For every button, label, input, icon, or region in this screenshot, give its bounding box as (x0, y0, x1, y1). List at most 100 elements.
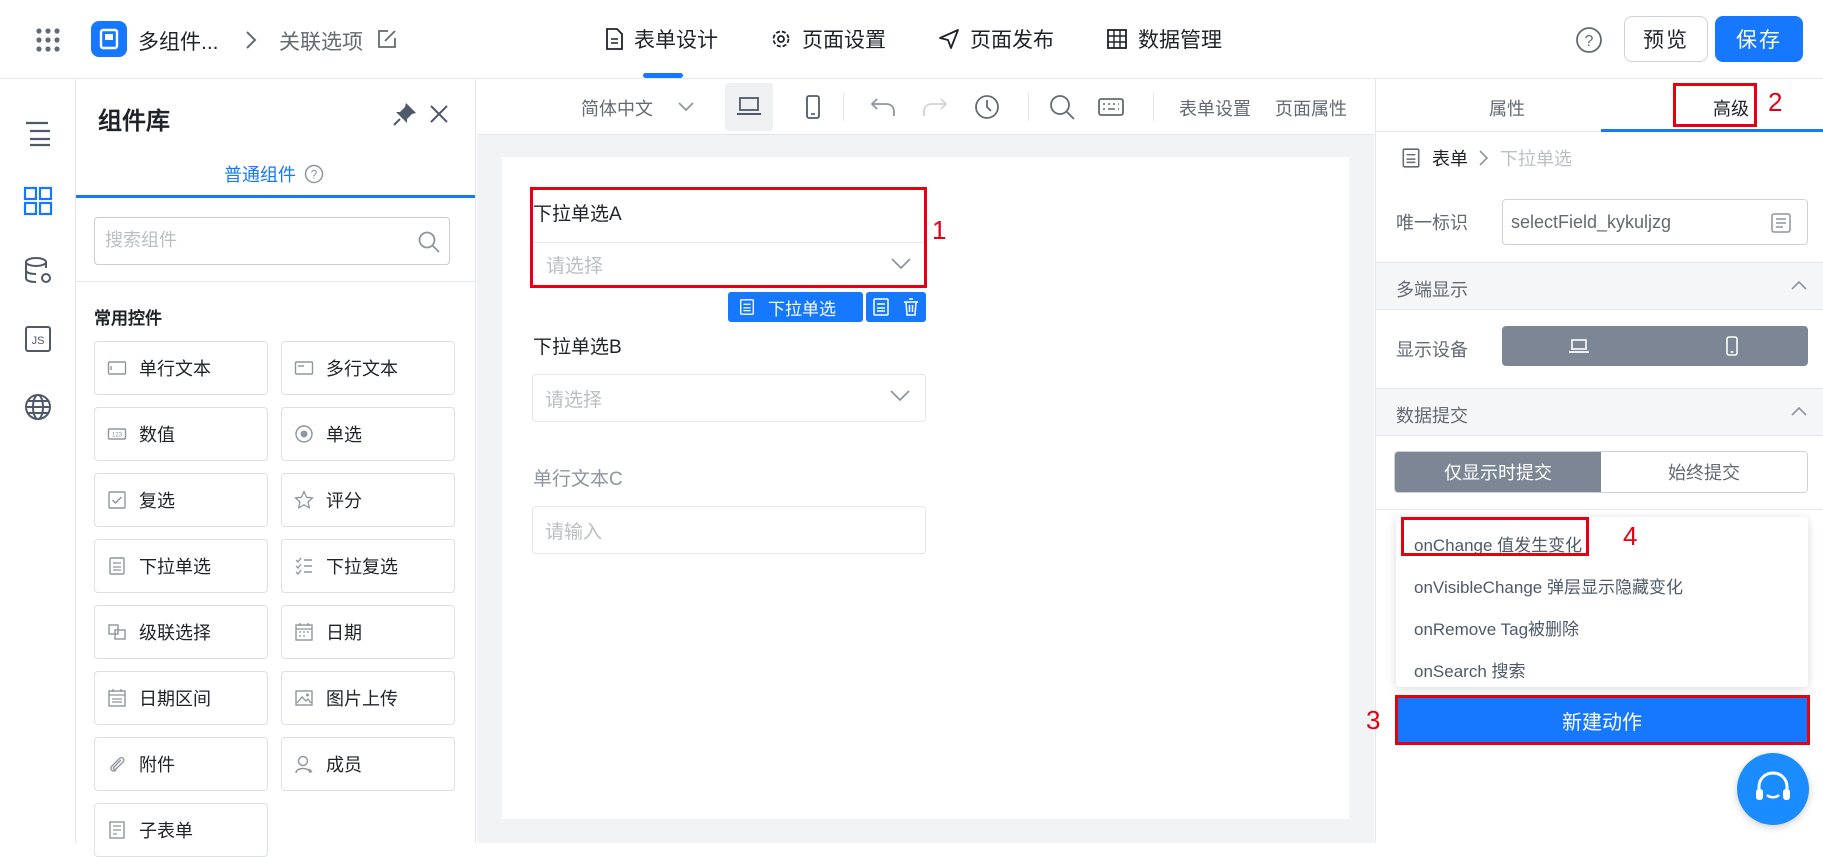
keyboard-icon[interactable] (1097, 93, 1125, 121)
svg-text:123: 123 (112, 433, 123, 439)
component-date-range[interactable]: 日期区间 (94, 671, 268, 725)
property-panel: 属性 高级 2 表单 下拉单选 唯一标识 selectField_kykuljz… (1366, 79, 1823, 843)
svg-text:?: ? (1585, 33, 1594, 50)
customer-service-button[interactable] (1737, 753, 1809, 825)
help-icon[interactable]: ? (304, 164, 324, 184)
undo-icon[interactable] (869, 93, 897, 121)
chevron-down-icon[interactable] (677, 101, 695, 113)
mobile-view-icon[interactable] (799, 93, 827, 121)
display-device-label: 显示设备 (1396, 340, 1468, 360)
globe-icon[interactable] (22, 391, 54, 423)
svg-text:?: ? (311, 168, 318, 182)
unique-id-label: 唯一标识 (1396, 213, 1468, 233)
help-icon[interactable]: ? (1575, 26, 1603, 54)
annotation-number-4: 4 (1623, 521, 1638, 551)
mobile-icon (1725, 336, 1738, 356)
js-code-icon[interactable]: JS (22, 323, 54, 355)
annotation-number-1: 1 (932, 215, 947, 245)
component-member[interactable]: 成员 (281, 737, 455, 791)
headset-icon (1756, 771, 1790, 800)
submit-when-visible-option[interactable]: 仅显示时提交 (1395, 452, 1601, 492)
components-icon[interactable] (22, 185, 54, 217)
form-settings-link[interactable]: 表单设置 (1179, 95, 1251, 121)
component-dropdown-single[interactable]: 下拉单选 (94, 539, 268, 593)
toolbar-separator (843, 93, 844, 121)
component-radio[interactable]: 单选 (281, 407, 455, 461)
component-attachment[interactable]: 附件 (94, 737, 268, 791)
selected-component-tag[interactable]: 下拉单选 (728, 292, 863, 322)
tab-page-publish[interactable]: 页面发布 (938, 24, 1054, 54)
checklist-icon (295, 557, 312, 575)
close-icon[interactable] (428, 103, 450, 125)
component-checkbox[interactable]: 复选 (94, 473, 268, 527)
laptop-icon (737, 97, 761, 115)
document-icon (606, 28, 623, 50)
search-input[interactable] (95, 218, 395, 262)
pin-icon[interactable] (392, 101, 418, 127)
component-single-line-text[interactable]: 单行文本 (94, 341, 268, 395)
outline-icon[interactable] (22, 117, 54, 149)
desktop-view-button[interactable] (725, 83, 773, 131)
save-button[interactable]: 保存 (1715, 16, 1803, 62)
redo-icon[interactable] (921, 93, 949, 121)
event-option-onsearch[interactable]: onSearch 搜索 (1414, 657, 1526, 682)
tab-common-components[interactable]: 普通组件 ? (224, 161, 324, 187)
selected-component-actions (866, 292, 926, 322)
top-header: 多组件... 关联选项 表单设计 页面设置 页面发布 数据管理 ? 预览 保存 (0, 0, 1823, 79)
section-data-submit[interactable]: 数据提交 (1376, 388, 1823, 436)
copy-icon[interactable] (1769, 211, 1793, 235)
component-multi-line-text[interactable]: 多行文本 (281, 341, 455, 395)
textarea-icon (294, 361, 314, 375)
component-search[interactable] (94, 217, 450, 265)
edit-icon[interactable] (376, 28, 398, 50)
search-icon[interactable] (417, 230, 441, 254)
component-rating[interactable]: 评分 (281, 473, 455, 527)
component-image-upload[interactable]: 图片上传 (281, 671, 455, 725)
chevron-up-icon (1791, 280, 1807, 290)
table-icon (1107, 29, 1127, 49)
section-multi-display[interactable]: 多端显示 (1376, 262, 1823, 310)
submit-always-option[interactable]: 始终提交 (1601, 452, 1807, 492)
chevron-right-icon (246, 31, 257, 49)
library-title: 组件库 (98, 108, 170, 135)
left-rail: JS (0, 79, 76, 843)
field-c-input[interactable]: 请输入 (532, 506, 926, 554)
chevron-right-icon (1479, 150, 1489, 166)
divider (76, 281, 475, 282)
component-cascade-select[interactable]: 级联选择 (94, 605, 268, 659)
delete-icon[interactable] (901, 297, 921, 317)
preview-button[interactable]: 预览 (1624, 16, 1708, 62)
language-select[interactable]: 简体中文 (581, 95, 653, 121)
annotation-number-2: 2 (1768, 87, 1783, 117)
tab-form-design[interactable]: 表单设计 (604, 24, 718, 54)
component-number[interactable]: 123 数值 (94, 407, 268, 461)
app-logo-icon (91, 21, 127, 57)
canvas-toolbar: 简体中文 表单设置 页面属性 (477, 79, 1374, 135)
cascade-icon (108, 624, 126, 640)
history-icon[interactable] (973, 93, 1001, 121)
divider (1376, 509, 1823, 510)
component-subform[interactable]: 子表单 (94, 803, 268, 857)
tab-data-management[interactable]: 数据管理 (1106, 24, 1222, 54)
device-mobile-option[interactable] (1655, 326, 1808, 366)
breadcrumb-root[interactable]: 表单 (1432, 145, 1468, 171)
search-icon[interactable] (1048, 93, 1076, 121)
app-name[interactable]: 多组件... (138, 26, 219, 56)
app-grid-icon[interactable] (36, 28, 60, 52)
field-b-select[interactable]: 请选择 (532, 374, 926, 422)
select-icon (740, 299, 754, 315)
component-dropdown-multi[interactable]: 下拉复选 (281, 539, 455, 593)
component-date[interactable]: 日期 (281, 605, 455, 659)
section-common-controls: 常用控件 (94, 309, 162, 328)
data-source-icon[interactable] (22, 255, 54, 287)
gear-icon (772, 30, 790, 48)
unique-id-field[interactable]: selectField_kykuljzg (1502, 199, 1808, 245)
event-option-onremove[interactable]: onRemove Tag被删除 (1414, 615, 1579, 640)
paperclip-icon (110, 756, 125, 772)
tab-page-settings[interactable]: 页面设置 (770, 24, 886, 54)
page-properties-link[interactable]: 页面属性 (1275, 95, 1347, 121)
device-desktop-option[interactable] (1502, 326, 1655, 366)
copy-icon[interactable] (871, 297, 891, 317)
tab-properties[interactable]: 属性 (1489, 95, 1525, 121)
event-option-onvisiblechange[interactable]: onVisibleChange 弹层显示隐藏变化 (1414, 573, 1683, 598)
